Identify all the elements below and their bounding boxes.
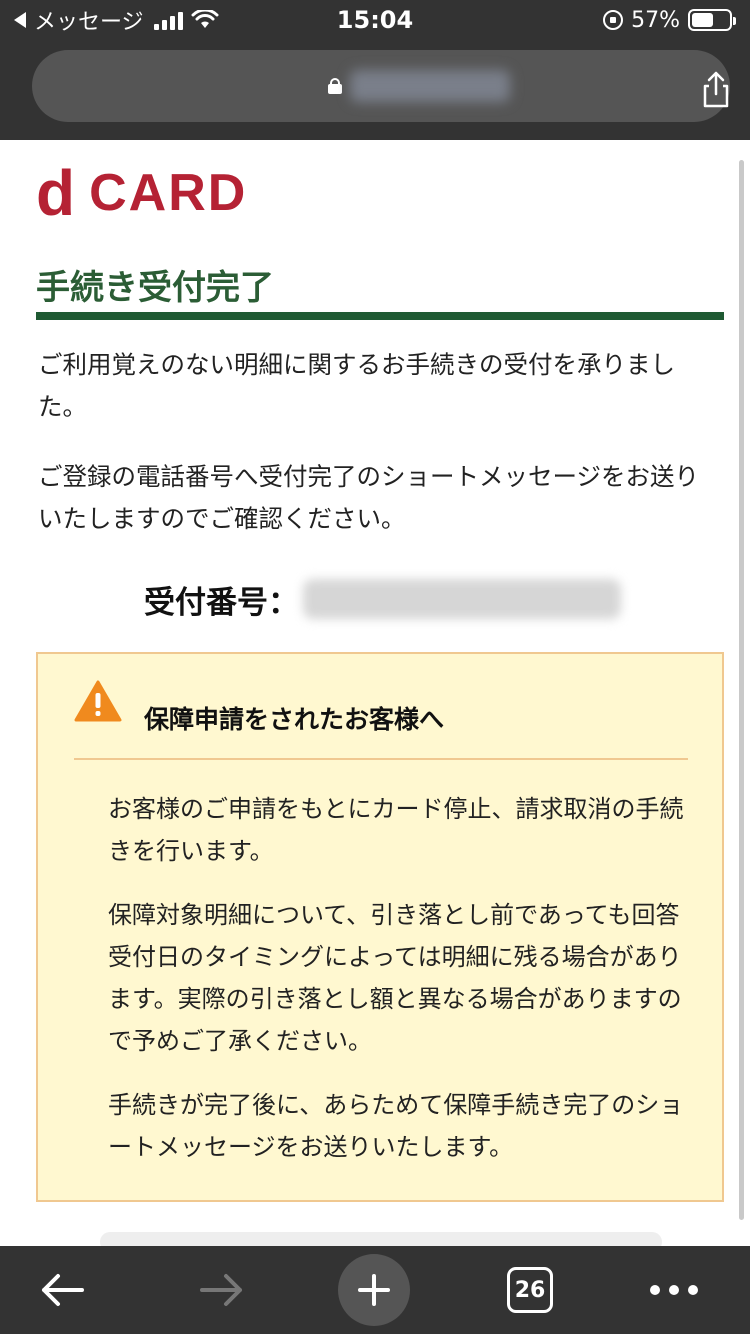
page-title: 手続き受付完了	[36, 268, 274, 308]
url-text	[350, 70, 510, 102]
browser-header	[0, 40, 750, 140]
notice-divider	[74, 758, 688, 760]
notice-paragraph-2: 保障対象明細について、引き落とし前であっても回答受付日のタイミングによっては明細…	[108, 901, 682, 1055]
tab-count: 26	[514, 1277, 546, 1303]
intro-paragraph: ご利用覚えのない明細に関するお手続きの受付を承りました。	[38, 350, 675, 421]
sms-paragraph: ご登録の電話番号へ受付完了のショートメッセージをお送りいたしますのでご確認くださ…	[38, 462, 700, 533]
more-icon	[650, 1285, 698, 1295]
back-button[interactable]	[24, 1254, 100, 1326]
status-bar: メッセージ 15:04 57%	[0, 0, 750, 40]
dcard-logo: d CARD	[36, 157, 248, 229]
forward-arrow-icon	[200, 1274, 242, 1306]
receipt-number	[303, 579, 621, 619]
web-page: d CARD 手続き受付完了 ご利用覚えのない明細に関するお手続きの受付を承りま…	[0, 140, 750, 1246]
new-tab-button[interactable]	[338, 1254, 410, 1326]
plus-icon	[358, 1274, 390, 1306]
share-icon[interactable]	[696, 70, 736, 110]
next-section-partial	[100, 1232, 662, 1246]
browser-toolbar: 26	[0, 1246, 750, 1334]
more-button[interactable]	[638, 1254, 710, 1326]
notice-paragraph-3: 手続きが完了後に、あらためて保障手続き完了のショートメッセージをお送りいたします…	[108, 1091, 684, 1161]
logo-card: CARD	[89, 164, 248, 222]
forward-button[interactable]	[184, 1254, 260, 1326]
battery-percent: 57%	[631, 7, 680, 33]
notice-box: 保障申請をされたお客様へ お客様のご申請をもとにカード停止、請求取消の手続きを行…	[36, 652, 724, 1202]
warning-icon	[74, 680, 122, 722]
tabs-button[interactable]: 26	[494, 1254, 566, 1326]
battery-icon	[688, 9, 736, 31]
back-arrow-icon	[42, 1274, 84, 1306]
battery-fill	[692, 13, 713, 27]
notice-title: 保障申請をされたお客様へ	[144, 705, 445, 734]
orientation-lock-icon	[603, 10, 624, 30]
receipt-label: 受付番号：	[144, 584, 299, 621]
scrollbar[interactable]	[739, 160, 744, 1220]
heading-divider	[36, 312, 724, 320]
logo-d: d	[36, 157, 76, 229]
receipt-row: 受付番号：	[144, 574, 621, 624]
address-bar[interactable]	[32, 50, 730, 122]
notice-paragraph-1: お客様のご申請をもとにカード停止、請求取消の手続きを行います。	[108, 795, 684, 865]
tabs-icon: 26	[507, 1267, 553, 1313]
lock-icon	[328, 78, 342, 94]
